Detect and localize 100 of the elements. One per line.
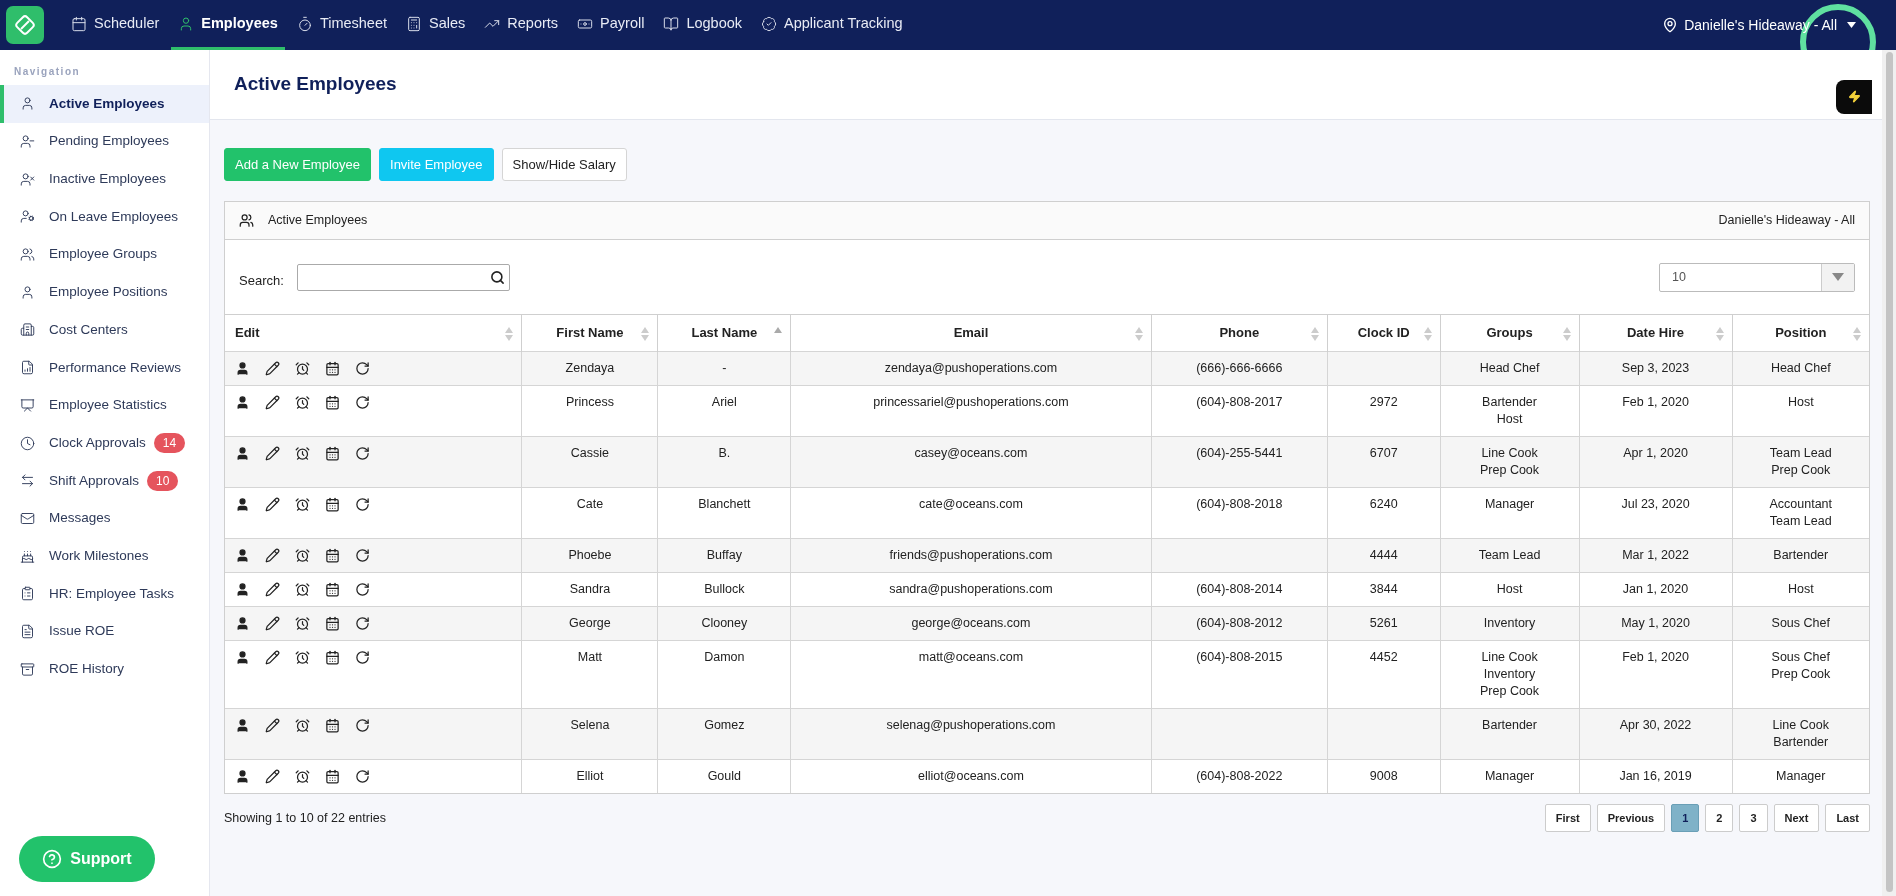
cell-line: Prep Cook (1770, 666, 1832, 683)
edit-icon[interactable] (265, 650, 280, 665)
page-title: Active Employees (234, 72, 397, 97)
alarm-clock-icon[interactable] (295, 616, 310, 631)
calendar-icon[interactable] (325, 769, 340, 784)
redo-icon[interactable] (355, 548, 370, 563)
alarm-clock-icon[interactable] (295, 769, 310, 784)
sidebar-item[interactable]: Employee Statistics (0, 386, 209, 425)
page-size-select[interactable]: 10 (1659, 262, 1855, 292)
profile-icon[interactable] (235, 769, 250, 784)
calendar-icon[interactable] (325, 718, 340, 733)
sidebar-item[interactable]: Pending Employees (0, 122, 209, 161)
column-header[interactable]: Edit (225, 314, 522, 352)
pagination-button[interactable]: 2 (1705, 804, 1734, 832)
sidebar-item[interactable]: ROE History (0, 650, 209, 688)
search-field[interactable] (296, 263, 510, 291)
clipboard-icon (20, 586, 35, 602)
sidebar-item[interactable]: Messages (0, 499, 209, 538)
redo-icon[interactable] (355, 616, 370, 631)
profile-icon[interactable] (235, 446, 250, 461)
redo-icon[interactable] (355, 582, 370, 597)
calendar-icon[interactable] (325, 497, 340, 512)
pagination-button[interactable]: Next (1773, 804, 1820, 832)
alarm-clock-icon[interactable] (295, 718, 310, 733)
redo-icon[interactable] (355, 361, 370, 376)
pagination-button[interactable]: Previous (1596, 804, 1666, 832)
search-label: Search: (239, 272, 284, 291)
profile-icon[interactable] (235, 361, 250, 376)
sidebar-item[interactable]: Performance Reviews (0, 348, 209, 387)
sidebar-item[interactable]: Work Milestones (0, 537, 209, 575)
redo-icon[interactable] (355, 395, 370, 410)
edit-icon[interactable] (265, 548, 280, 563)
alarm-clock-icon[interactable] (295, 395, 310, 410)
profile-icon[interactable] (235, 650, 250, 665)
edit-icon[interactable] (265, 446, 280, 461)
sidebar-item[interactable]: Clock Approvals 14 (0, 424, 209, 462)
sidebar-label: Shift Approvals (49, 471, 140, 490)
edit-icon[interactable] (265, 616, 280, 631)
sidebar-item[interactable]: Inactive Employees (0, 160, 209, 199)
profile-icon[interactable] (235, 548, 250, 563)
calendar-icon[interactable] (325, 361, 340, 376)
profile-icon[interactable] (235, 497, 250, 512)
edit-icon[interactable] (265, 769, 280, 784)
nav-tab[interactable]: Sales (399, 0, 473, 50)
cell-line: Bartender (1772, 547, 1830, 564)
calendar-icon[interactable] (325, 395, 340, 410)
nav-tab[interactable]: Reports (477, 0, 566, 50)
sidebar-item[interactable]: Employee Positions (0, 273, 209, 312)
sidebar-item[interactable]: On Leave Employees (0, 198, 209, 236)
alarm-clock-icon[interactable] (295, 446, 310, 461)
profile-icon[interactable] (235, 582, 250, 597)
alarm-clock-icon[interactable] (295, 361, 310, 376)
app-logo[interactable] (6, 6, 44, 44)
sidebar-item[interactable]: Issue ROE (0, 612, 209, 651)
edit-icon[interactable] (265, 395, 280, 410)
cell-line: Manager (1483, 496, 1536, 513)
calendar-icon[interactable] (325, 582, 340, 597)
sidebar-label: Employee Statistics (49, 396, 167, 415)
sidebar-item[interactable]: Employee Groups (0, 235, 209, 274)
redo-icon[interactable] (355, 769, 370, 784)
sidebar-item[interactable]: Shift Approvals 10 (0, 461, 209, 500)
cell-line: Manager (1483, 768, 1536, 785)
sidebar-item[interactable]: HR: Employee Tasks (0, 574, 209, 613)
edit-icon[interactable] (265, 361, 280, 376)
calendar-icon[interactable] (325, 446, 340, 461)
location-pin-icon (1662, 17, 1679, 33)
redo-icon[interactable] (355, 497, 370, 512)
nav-tab[interactable]: Logbook (656, 0, 750, 50)
alarm-clock-icon[interactable] (295, 650, 310, 665)
calendar-icon[interactable] (325, 650, 340, 665)
nav-tab[interactable]: Timesheet (289, 0, 395, 50)
redo-icon[interactable] (355, 718, 370, 733)
sidebar-item[interactable]: Active Employees (0, 85, 209, 123)
calendar-icon[interactable] (325, 548, 340, 563)
profile-icon[interactable] (235, 718, 250, 733)
pagination-button[interactable]: 3 (1739, 804, 1768, 832)
pagination-button[interactable]: 1 (1671, 804, 1700, 832)
alarm-clock-icon[interactable] (295, 497, 310, 512)
calendar-icon[interactable] (325, 616, 340, 631)
quick-action-button[interactable] (1836, 79, 1872, 114)
profile-icon[interactable] (235, 616, 250, 631)
register-icon (406, 15, 423, 32)
table-cell: (604)-808-2022 (1151, 759, 1328, 793)
action-button[interactable]: Show/Hide Salary (501, 148, 627, 181)
alarm-clock-icon[interactable] (295, 548, 310, 563)
sidebar-label: Work Milestones (49, 546, 149, 565)
edit-icon[interactable] (265, 718, 280, 733)
nav-tab[interactable]: Payroll (570, 0, 652, 50)
lightning-icon (1847, 90, 1861, 103)
edit-icon[interactable] (265, 582, 280, 597)
pagination-button[interactable]: First (1544, 804, 1591, 832)
edit-icon[interactable] (265, 497, 280, 512)
alarm-clock-icon[interactable] (295, 582, 310, 597)
profile-icon[interactable] (235, 395, 250, 410)
nav-tab[interactable]: Applicant Tracking (754, 0, 910, 50)
redo-icon[interactable] (355, 446, 370, 461)
redo-icon[interactable] (355, 650, 370, 665)
nav-tab[interactable]: Scheduler (64, 0, 167, 50)
sidebar-item[interactable]: Cost Centers (0, 311, 209, 349)
pagination-button[interactable]: Last (1825, 804, 1870, 832)
